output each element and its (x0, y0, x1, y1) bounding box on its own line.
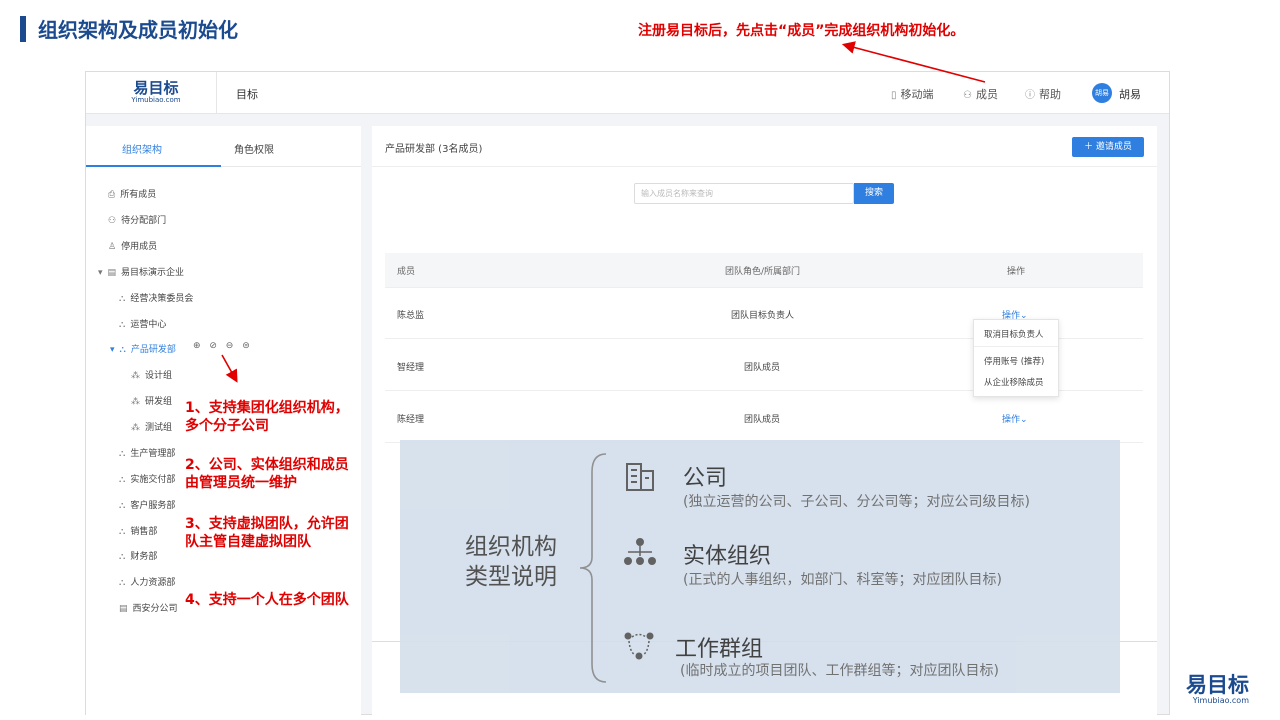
org-structure-icon (624, 538, 656, 565)
type-entity-desc: (正式的人事组织，如部门、科室等；对应团队目标) (683, 572, 1002, 588)
brand-logo-text: 易目标 (1186, 673, 1249, 697)
type-workgroup-title: 工作群组 (675, 637, 764, 662)
annotation-2: 2、公司、实体组织和成员由管理员统一维护 (185, 457, 349, 491)
brand-logo: 易目标 Yimubiao.com (1186, 674, 1249, 705)
type-entity-title: 实体组织 (683, 544, 772, 569)
work-group-icon (624, 632, 654, 660)
type-workgroup-desc: (临时成立的项目团队、工作群组等；对应团队目标) (680, 663, 999, 679)
type-company-title: 公司 (683, 466, 728, 491)
overlay-main-label: 组织机构类型说明 (465, 534, 557, 590)
annotation-4: 4、支持一个人在多个团队 (185, 592, 349, 608)
brace-shape (579, 453, 607, 683)
arrow-to-tree (221, 354, 238, 383)
arrow-to-members (841, 41, 986, 83)
org-type-overlay: 组织机构类型说明 公司 (独立运营的公司、子公司、分公司等；对应公司级目标) 实… (400, 440, 1120, 693)
type-company-desc: (独立运营的公司、子公司、分公司等；对应公司级目标) (683, 494, 1030, 510)
annotation-3: 3、支持虚拟团队，允许团队主管自建虚拟团队 (185, 516, 349, 550)
brand-logo-subtext: Yimubiao.com (1192, 696, 1249, 705)
annotation-1: 1、支持集团化组织机构，多个分子公司 (185, 400, 349, 434)
building-icon (626, 463, 654, 491)
